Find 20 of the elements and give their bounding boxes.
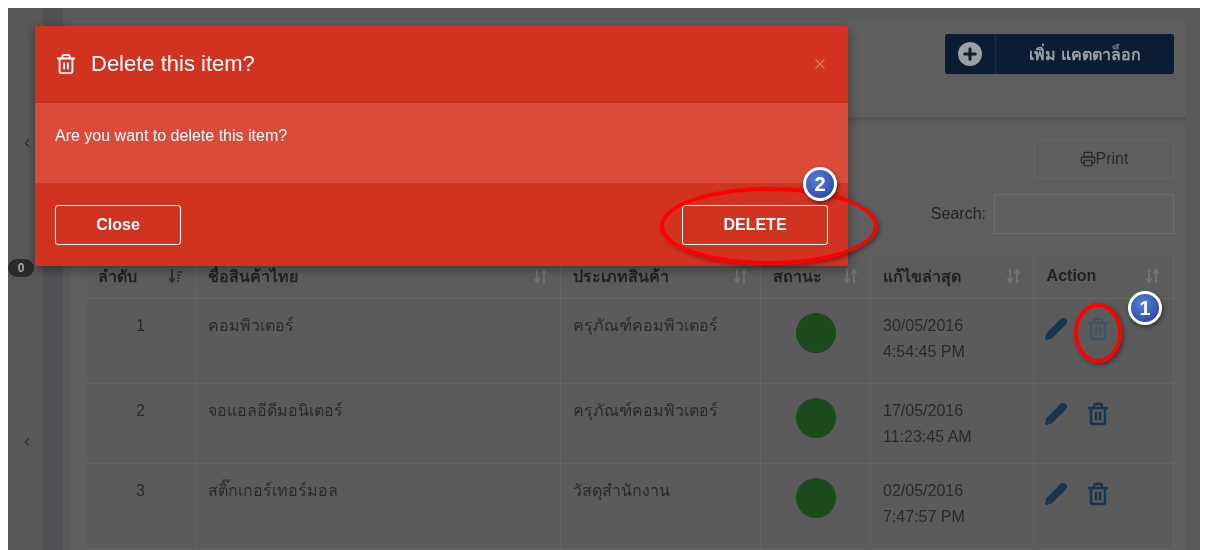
trash-icon[interactable] [1086, 317, 1110, 341]
highlight-ellipse [1074, 303, 1122, 363]
edit-icon[interactable] [1044, 317, 1068, 341]
trash-icon [55, 53, 77, 75]
close-button[interactable]: Close [55, 205, 181, 245]
add-catalog-button[interactable]: เพิ่ม แคตตาล็อก [945, 34, 1174, 74]
search-label: Search: [930, 205, 986, 223]
count-badge: 0 [8, 259, 34, 277]
trash-icon[interactable] [1086, 402, 1110, 426]
edit-icon[interactable] [1044, 402, 1068, 426]
dialog-message: Are you want to delete this item? [55, 127, 288, 144]
dialog-title: Delete this item? [91, 51, 256, 77]
plus-icon [958, 42, 982, 66]
delete-button[interactable]: DELETE [682, 205, 828, 245]
printer-icon [1079, 151, 1096, 167]
column-header[interactable]: แก้ไขล่าสุด [871, 254, 1034, 299]
edit-icon[interactable] [1044, 482, 1068, 506]
step-badge: 1 [1128, 291, 1162, 325]
column-header[interactable]: Action [1034, 254, 1174, 299]
trash-icon[interactable] [1086, 482, 1110, 506]
